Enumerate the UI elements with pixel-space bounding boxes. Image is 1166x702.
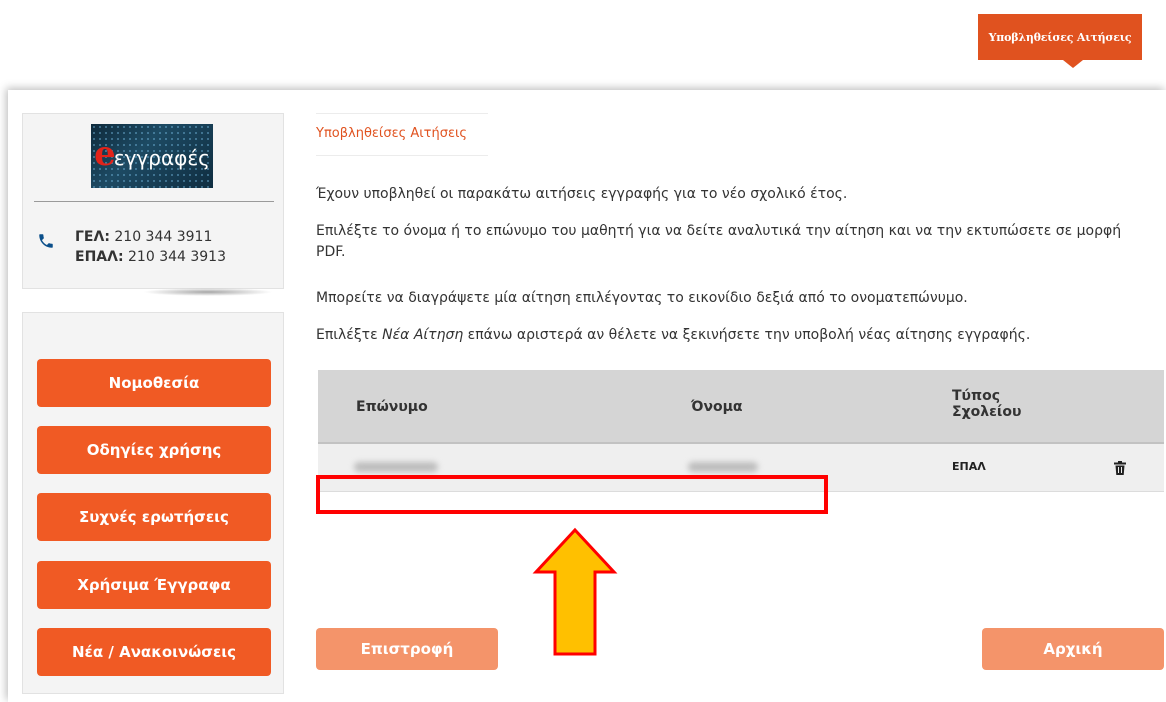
nav-useful-documents-button[interactable]: Χρήσιμα Έγγραφα bbox=[37, 561, 271, 609]
nav-faq-button[interactable]: Συχνές ερωτήσεις bbox=[37, 493, 271, 541]
annotation-up-arrow-icon bbox=[532, 527, 618, 656]
annotation-highlight-box bbox=[316, 475, 828, 514]
phone-icon bbox=[39, 234, 53, 248]
phone-numbers: ΓΕΛ: 210 344 3911 ΕΠΑΛ: 210 344 3913 bbox=[75, 227, 226, 267]
nav-user-guide-button[interactable]: Οδηγίες χρήσης bbox=[37, 426, 271, 474]
instructions-text: Επιλέξτε το όνομα ή το επώνυμο του μαθητ… bbox=[316, 223, 1122, 260]
column-name[interactable]: Όνομα bbox=[691, 399, 743, 415]
surname-link-redacted[interactable] bbox=[354, 462, 438, 472]
eggrafes-logo[interactable]: e εγγραφές bbox=[91, 124, 213, 188]
delete-hint-text: Μπορείτε να διαγράψετε μία αίτηση επιλέγ… bbox=[316, 290, 968, 306]
phone-epal: ΕΠΑΛ: 210 344 3913 bbox=[75, 249, 226, 265]
logo-e: e bbox=[94, 134, 116, 174]
divider bbox=[34, 201, 274, 202]
column-surname[interactable]: Επώνυμο bbox=[356, 399, 428, 415]
logo-text: εγγραφές bbox=[113, 146, 210, 170]
nav-legislation-button[interactable]: Νομοθεσία bbox=[37, 359, 271, 407]
breadcrumb-bottom-rule bbox=[316, 155, 488, 156]
contact-card: e εγγραφές ΓΕΛ: 210 344 3911 ΕΠΑΛ: 210 3… bbox=[22, 113, 284, 296]
home-button[interactable]: Αρχική bbox=[982, 628, 1164, 670]
tab-pointer bbox=[1063, 60, 1083, 68]
table-header: Επώνυμο Όνομα Τύπος Σχολείου bbox=[318, 370, 1164, 444]
sidebar-nav: Νομοθεσία Οδηγίες χρήσης Συχνές ερωτήσει… bbox=[22, 312, 284, 694]
phone-gel: ΓΕΛ: 210 344 3911 bbox=[75, 229, 213, 245]
intro-text: Έχουν υποβληθεί οι παρακάτω αιτήσεις εγγ… bbox=[316, 186, 848, 202]
column-school-type[interactable]: Τύπος Σχολείου bbox=[952, 388, 1021, 420]
new-application-hint-text: Επιλέξτε Νέα Αίτηση επάνω αριστερά αν θέ… bbox=[316, 327, 1031, 343]
back-button[interactable]: Επιστροφή bbox=[316, 628, 498, 670]
breadcrumb-top-rule bbox=[316, 113, 488, 114]
school-type-cell: ΕΠΑΛ bbox=[952, 460, 986, 473]
breadcrumb[interactable]: Υποβληθείσες Αιτήσεις bbox=[316, 126, 467, 141]
name-link-redacted[interactable] bbox=[688, 462, 758, 472]
tab-submitted-applications[interactable]: Υποβληθείσες Αιτήσεις bbox=[978, 14, 1142, 60]
trash-icon[interactable] bbox=[1114, 461, 1126, 475]
nav-news-button[interactable]: Νέα / Ανακοινώσεις bbox=[37, 628, 271, 676]
